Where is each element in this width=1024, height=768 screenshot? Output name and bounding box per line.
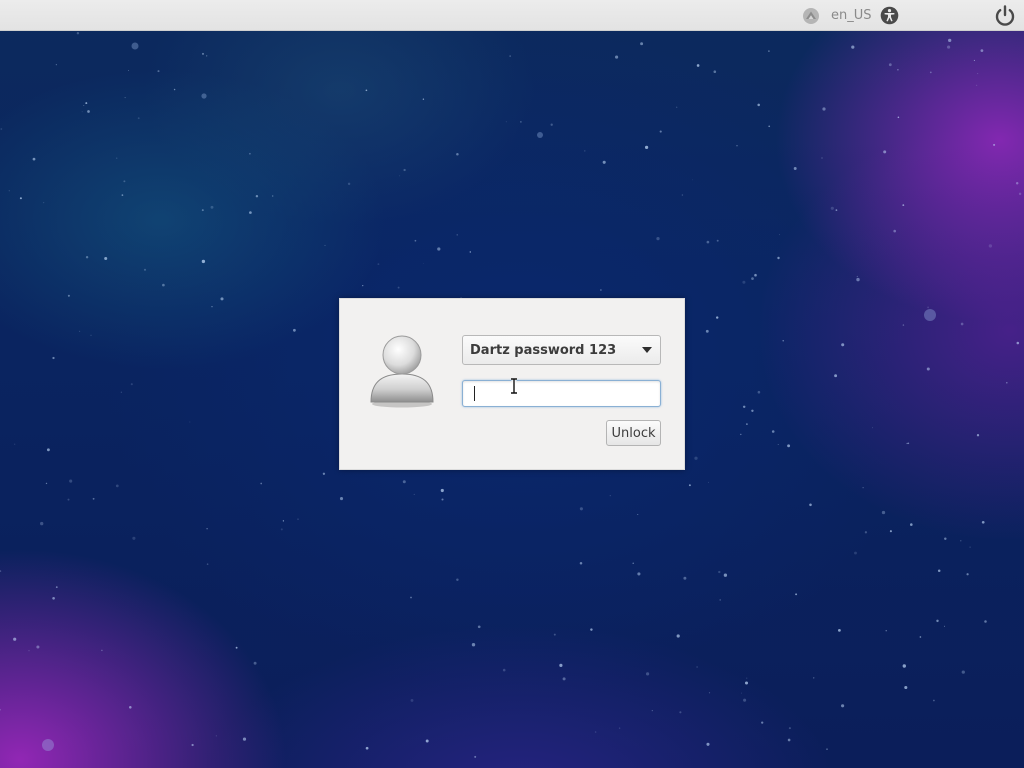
password-input[interactable]: [462, 380, 661, 407]
top-panel: en_US: [0, 0, 1024, 31]
dropdown-arrow-icon: [642, 347, 652, 353]
session-menu[interactable]: [993, 0, 1017, 31]
text-caret: [474, 386, 475, 401]
power-icon: [995, 4, 1015, 26]
network-disconnected-icon: [803, 7, 819, 24]
user-avatar-icon: [370, 335, 434, 408]
accessibility-icon: [880, 6, 899, 25]
accessibility-indicator[interactable]: [880, 0, 899, 31]
user-select-value: Dartz password 123: [470, 342, 617, 358]
ibeam-cursor-icon: [511, 378, 517, 394]
keyboard-layout-indicator[interactable]: en_US: [831, 0, 872, 31]
keyboard-layout-label: en_US: [831, 8, 872, 23]
unlock-button[interactable]: Unlock: [606, 420, 661, 446]
network-indicator[interactable]: [802, 0, 820, 31]
user-select-dropdown[interactable]: Dartz password 123: [462, 335, 661, 365]
lock-dialog: Dartz password 123 Unlock: [339, 298, 685, 470]
